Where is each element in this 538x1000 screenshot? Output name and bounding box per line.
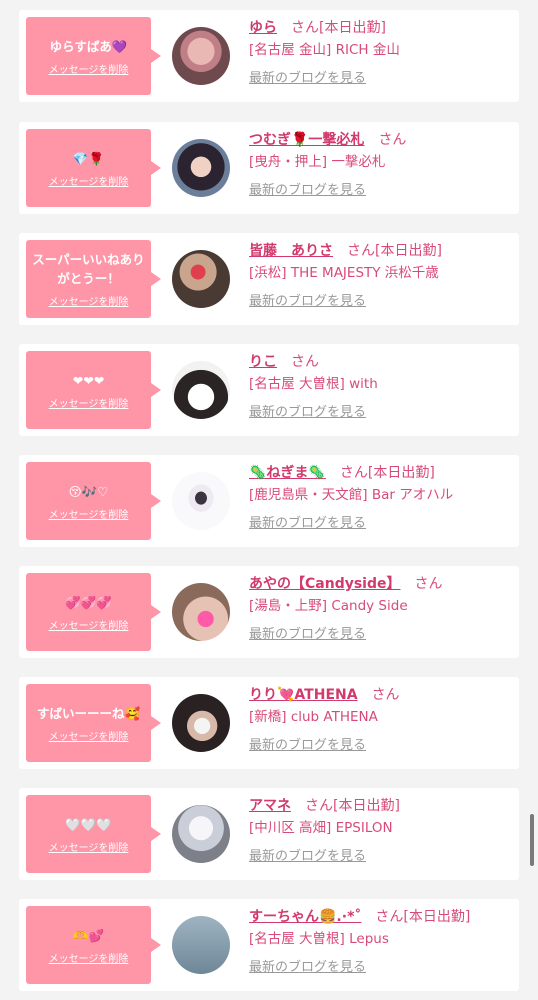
- girl-name-link[interactable]: ゆら: [249, 20, 277, 36]
- attendance-badge: [本日出勤]: [319, 20, 386, 36]
- shop-info: [名古屋 大曽根] Lepus: [249, 931, 389, 947]
- honorific: さん: [414, 576, 443, 592]
- honorific: さん: [291, 354, 319, 370]
- delete-message-link[interactable]: メッセージを削除: [49, 950, 129, 965]
- avatar[interactable]: [172, 361, 230, 419]
- shop-info: [浜松] THE MAJESTY 浜松千歳: [249, 265, 439, 281]
- message-text: 💞💞💞: [65, 594, 112, 610]
- message-text: スーパーいいねありがとうー！: [32, 252, 145, 286]
- latest-blog-link[interactable]: 最新のブログを見る: [249, 958, 366, 978]
- avatar[interactable]: [172, 472, 230, 530]
- delete-message-link[interactable]: メッセージを削除: [49, 506, 129, 521]
- shop-info: [湯島・上野] Candy Side: [249, 598, 408, 614]
- list-item: ❤❤❤ メッセージを削除 りこ さん [名古屋 大曽根] with 最新のブログを…: [19, 344, 519, 436]
- shop-info: [新橋] club ATHENA: [249, 709, 378, 725]
- list-item: 💞💞💞 メッセージを削除 あやの【Candyside】 さん [湯島・上野] Ca…: [19, 566, 519, 658]
- honorific: さん: [339, 465, 368, 481]
- latest-blog-link[interactable]: 最新のブログを見る: [249, 625, 366, 645]
- message-text: 💎🌹: [72, 150, 105, 166]
- avatar[interactable]: [172, 694, 230, 752]
- list-item: すばいーーーね🥰 メッセージを削除 りり💘ATHENA さん [新橋] club …: [19, 677, 519, 769]
- shop-info: [名古屋 金山] RICH 金山: [249, 42, 400, 58]
- honorific: さん: [291, 20, 319, 36]
- delete-message-link[interactable]: メッセージを削除: [49, 173, 129, 188]
- message-text: 😚🎶♡: [68, 483, 109, 499]
- avatar[interactable]: [172, 916, 230, 974]
- message-bubble: スーパーいいねありがとうー！ メッセージを削除: [26, 240, 161, 318]
- latest-blog-link[interactable]: 最新のブログを見る: [249, 292, 366, 312]
- girl-name-link[interactable]: 🦠ねぎま🦠: [249, 465, 326, 481]
- scrollbar[interactable]: [530, 814, 534, 866]
- delete-message-link[interactable]: メッセージを削除: [49, 395, 129, 410]
- honorific: さん: [305, 798, 333, 814]
- delete-message-link[interactable]: メッセージを削除: [49, 839, 129, 854]
- message-bubble: ❤❤❤ メッセージを削除: [26, 351, 161, 429]
- list-item: 😚🎶♡ メッセージを削除 🦠ねぎま🦠 さん[本日出勤] [鹿児島県・天文館] Ba…: [19, 455, 519, 547]
- honorific: さん: [347, 243, 375, 259]
- honorific: さん: [378, 132, 407, 148]
- shop-info: [中川区 高畑] EPSILON: [249, 820, 393, 836]
- girl-name-link[interactable]: アマネ: [249, 798, 291, 814]
- attendance-badge: [本日出勤]: [367, 465, 435, 481]
- list-item: 🤍🤍🤍 メッセージを削除 アマネ さん[本日出勤] [中川区 高畑] EPSILO…: [19, 788, 519, 880]
- shop-info: [鹿児島県・天文館] Bar アオハル: [249, 487, 454, 503]
- girl-name-link[interactable]: 皆藤 ありさ: [249, 243, 333, 259]
- honorific: さん: [371, 687, 400, 703]
- latest-blog-link[interactable]: 最新のブログを見る: [249, 736, 366, 756]
- avatar[interactable]: [172, 27, 230, 85]
- message-bubble: 🤍🤍🤍 メッセージを削除: [26, 795, 161, 873]
- list-item: 🫶💕 メッセージを削除 すーちゃん🍔.·*˚ さん[本日出勤] [名古屋 大曽根]…: [19, 899, 519, 991]
- message-text: ❤❤❤: [72, 372, 105, 388]
- latest-blog-link[interactable]: 最新のブログを見る: [249, 69, 366, 89]
- message-bubble: 💞💞💞 メッセージを削除: [26, 573, 161, 651]
- girl-name-link[interactable]: りこ: [249, 354, 277, 370]
- attendance-badge: [本日出勤]: [333, 798, 400, 814]
- message-bubble: 🫶💕 メッセージを削除: [26, 906, 161, 984]
- delete-message-link[interactable]: メッセージを削除: [49, 617, 129, 632]
- message-text: 🤍🤍🤍: [65, 816, 112, 832]
- girl-name-link[interactable]: りり💘ATHENA: [249, 687, 358, 703]
- message-bubble: すばいーーーね🥰 メッセージを削除: [26, 684, 161, 762]
- girl-name-link[interactable]: つむぎ🌹一撃必札: [249, 132, 364, 148]
- latest-blog-link[interactable]: 最新のブログを見る: [249, 514, 366, 534]
- honorific: さん: [375, 909, 404, 925]
- list-item: 💎🌹 メッセージを削除 つむぎ🌹一撃必札 さん [曳舟・押上] 一撃必札 最新のブ…: [19, 122, 519, 214]
- delete-message-link[interactable]: メッセージを削除: [49, 61, 129, 76]
- message-text: すばいーーーね🥰: [36, 705, 141, 721]
- delete-message-link[interactable]: メッセージを削除: [49, 728, 129, 743]
- message-bubble: ゆらすぱあ💜 メッセージを削除: [26, 17, 161, 95]
- message-text: ゆらすぱあ💜: [49, 38, 128, 54]
- list-item: ゆらすぱあ💜 メッセージを削除 ゆら さん[本日出勤] [名古屋 金山] RICH…: [19, 10, 519, 102]
- latest-blog-link[interactable]: 最新のブログを見る: [249, 403, 366, 423]
- avatar[interactable]: [172, 583, 230, 641]
- list-item: スーパーいいねありがとうー！ メッセージを削除 皆藤 ありさ さん[本日出勤] […: [19, 233, 519, 325]
- latest-blog-link[interactable]: 最新のブログを見る: [249, 847, 366, 867]
- delete-message-link[interactable]: メッセージを削除: [49, 293, 129, 308]
- message-bubble: 💎🌹 メッセージを削除: [26, 129, 161, 207]
- avatar[interactable]: [172, 250, 230, 308]
- shop-info: [名古屋 大曽根] with: [249, 376, 378, 392]
- avatar[interactable]: [172, 139, 230, 197]
- avatar[interactable]: [172, 805, 230, 863]
- attendance-badge: [本日出勤]: [375, 243, 442, 259]
- girl-name-link[interactable]: すーちゃん🍔.·*˚: [249, 909, 361, 925]
- latest-blog-link[interactable]: 最新のブログを見る: [249, 181, 366, 201]
- shop-info: [曳舟・押上] 一撃必札: [249, 154, 386, 170]
- girl-name-link[interactable]: あやの【Candyside】: [249, 576, 400, 592]
- message-text: 🫶💕: [72, 927, 105, 943]
- attendance-badge: [本日出勤]: [403, 909, 471, 925]
- message-bubble: 😚🎶♡ メッセージを削除: [26, 462, 161, 540]
